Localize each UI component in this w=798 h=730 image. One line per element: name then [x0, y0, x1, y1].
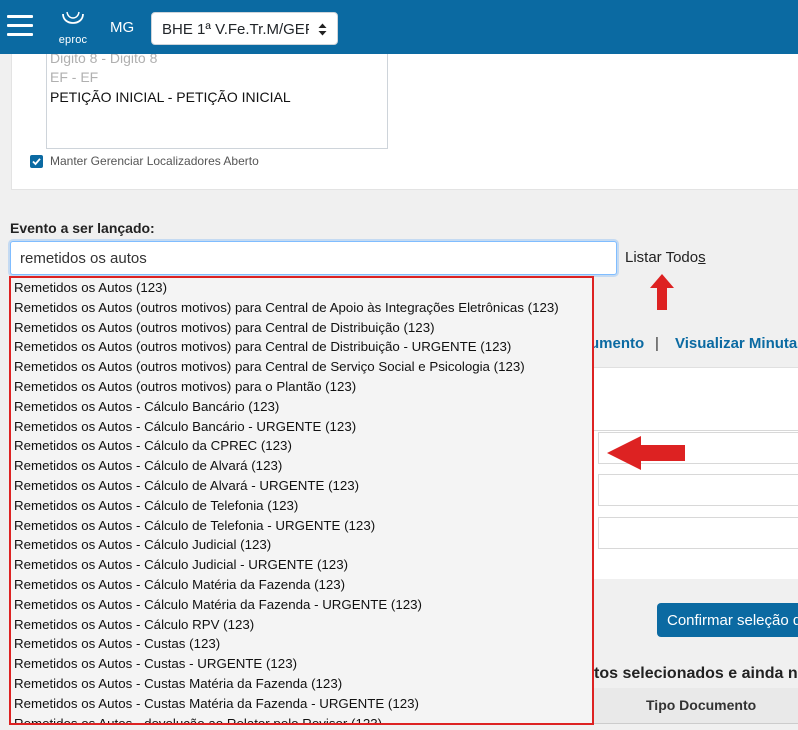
autocomplete-option[interactable]: Remetidos os Autos - Cálculo RPV (123) [14, 615, 254, 635]
event-label: Evento a ser lançado: [10, 220, 155, 236]
autocomplete-option[interactable]: Remetidos os Autos (outros motivos) para… [14, 377, 356, 397]
select-arrows-icon [318, 23, 327, 36]
eproc-logo-icon [62, 11, 84, 24]
menu-icon[interactable] [7, 15, 33, 37]
autocomplete-option[interactable]: Remetidos os Autos - Cálculo da CPREC (1… [14, 436, 292, 456]
keep-open-label: Manter Gerenciar Localizadores Aberto [50, 154, 259, 168]
event-search-input[interactable] [10, 241, 617, 275]
locator-item[interactable]: PETIÇÃO INICIAL - PETIÇÃO INICIAL [50, 89, 291, 105]
locator-item[interactable]: Digito 8 - Digito 8 [50, 54, 157, 66]
tab-documents-link[interactable]: umento [590, 335, 644, 352]
column-header-doc-type[interactable]: Tipo Documento [646, 697, 756, 713]
unit-select-value: BHE 1ª V.Fe.Tr.M/GEF [162, 21, 309, 38]
form-field[interactable] [598, 474, 798, 506]
locators-listbox[interactable]: Digito 8 - Digito 8 EF - EF PETIÇÃO INIC… [46, 54, 388, 149]
unit-select[interactable]: BHE 1ª V.Fe.Tr.M/GEF [151, 12, 338, 45]
state-label: MG [110, 19, 135, 36]
keep-open-option[interactable]: Manter Gerenciar Localizadores Aberto [30, 153, 259, 169]
autocomplete-option[interactable]: Remetidos os Autos - Custas (123) [14, 634, 220, 654]
autocomplete-option[interactable]: Remetidos os Autos (outros motivos) para… [14, 318, 435, 338]
autocomplete-option[interactable]: Remetidos os Autos - Cálculo de Telefoni… [14, 496, 298, 516]
logo-text: eproc [58, 34, 88, 46]
autocomplete-option[interactable]: Remetidos os Autos - Cálculo Matéria da … [14, 595, 422, 615]
top-navbar: eproc MG BHE 1ª V.Fe.Tr.M/GEF [0, 0, 798, 54]
tab-view-drafts-link[interactable]: Visualizar Minutas [675, 335, 798, 352]
autocomplete-option[interactable]: Remetidos os Autos (outros motivos) para… [14, 337, 511, 357]
right-form-panel [594, 367, 798, 579]
autocomplete-option[interactable]: Remetidos os Autos (outros motivos) para… [14, 298, 559, 318]
event-autocomplete-list[interactable]: Remetidos os Autos (123) Remetidos os Aut… [9, 276, 594, 725]
autocomplete-option[interactable]: Remetidos os Autos - Cálculo de Telefoni… [14, 516, 375, 536]
autocomplete-option[interactable]: Remetidos os Autos - devolução ao Relato… [14, 714, 382, 723]
autocomplete-option[interactable]: Remetidos os Autos - Custas Matéria da F… [14, 674, 342, 694]
list-all-accesskey: s [698, 249, 706, 266]
annotation-arrow-left-icon [607, 436, 685, 470]
autocomplete-option[interactable]: Remetidos os Autos (outros motivos) para… [14, 357, 525, 377]
annotation-arrow-up-icon [650, 274, 674, 310]
autocomplete-option[interactable]: Remetidos os Autos - Cálculo Judicial - … [14, 555, 348, 575]
autocomplete-option[interactable]: Remetidos os Autos - Cálculo de Alvará -… [14, 476, 359, 496]
eproc-logo[interactable]: eproc [55, 10, 91, 46]
locator-item[interactable]: EF - EF [50, 69, 98, 85]
check-icon [32, 157, 41, 165]
autocomplete-option[interactable]: Remetidos os Autos (123) [14, 278, 167, 298]
autocomplete-option[interactable]: Remetidos os Autos - Cálculo de Alvará (… [14, 456, 282, 476]
autocomplete-option[interactable]: Remetidos os Autos - Cálculo Bancário - … [14, 417, 356, 437]
confirm-selection-button[interactable]: Confirmar seleção de [657, 603, 798, 637]
divider [594, 430, 798, 431]
form-field[interactable] [598, 517, 798, 549]
autocomplete-option[interactable]: Remetidos os Autos - Cálculo Matéria da … [14, 575, 345, 595]
autocomplete-option[interactable]: Remetidos os Autos - Cálculo Bancário (1… [14, 397, 279, 417]
tab-separator: | [655, 335, 659, 352]
autocomplete-option[interactable]: Remetidos os Autos - Cálculo Judicial (1… [14, 535, 271, 555]
selected-docs-title: tos selecionados e ainda n [594, 665, 798, 682]
table-header-row: Tipo Documento [594, 688, 798, 724]
list-all-text: Listar Todo [625, 249, 699, 266]
keep-open-checkbox[interactable] [30, 154, 43, 168]
autocomplete-option[interactable]: Remetidos os Autos - Custas - URGENTE (1… [14, 654, 297, 674]
list-all-link[interactable]: Listar Todos [625, 249, 706, 266]
autocomplete-option[interactable]: Remetidos os Autos - Custas Matéria da F… [14, 694, 419, 714]
